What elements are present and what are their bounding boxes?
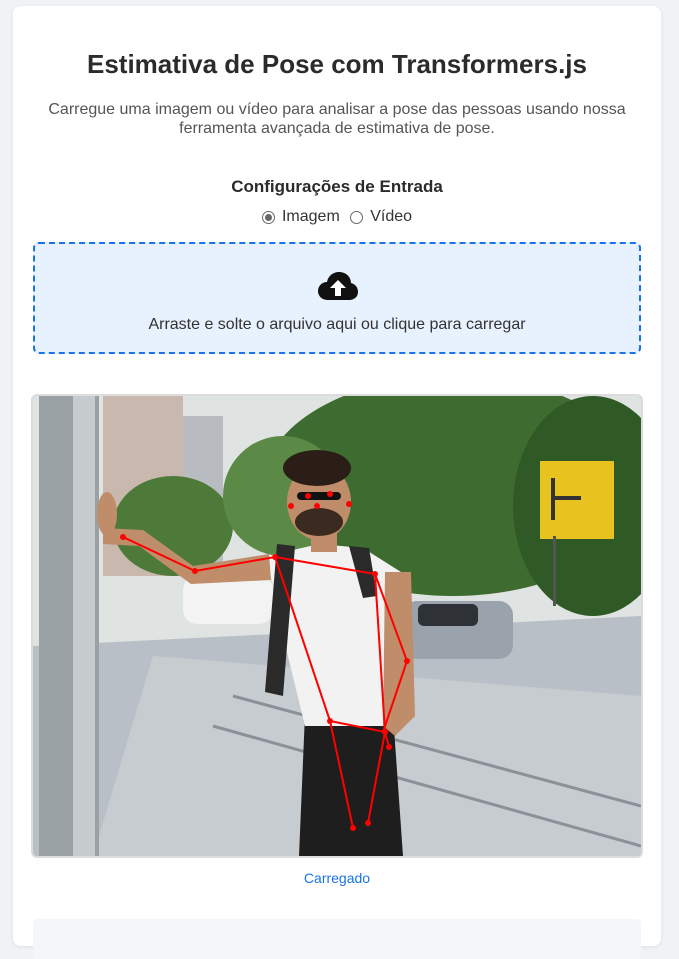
page-subtitle: Carregue uma imagem ou vídeo para analis… <box>48 101 626 137</box>
radio-image-label[interactable]: Imagem <box>282 208 340 226</box>
input-type-radio-group: Imagem Vídeo <box>13 208 661 229</box>
page-title: Estimativa de Pose com Transformers.js <box>87 49 587 79</box>
pose-preview-scene <box>33 396 641 856</box>
radio-image[interactable]: Imagem <box>261 208 340 226</box>
results-panel <box>33 919 641 959</box>
main-card: Estimativa de Pose com Transformers.js C… <box>13 6 661 959</box>
cloud-upload-icon <box>318 272 358 300</box>
status-text: Carregado <box>303 870 371 886</box>
dropzone-text: Arraste e solte o arquivo aqui ou clique… <box>148 316 526 333</box>
input-settings-title: Configurações de Entrada <box>231 177 443 196</box>
radio-video-indicator[interactable] <box>350 210 364 224</box>
radio-image-indicator[interactable] <box>261 210 275 224</box>
file-dropzone[interactable]: Arraste e solte o arquivo aqui ou clique… <box>33 242 641 354</box>
radio-video[interactable]: Vídeo <box>350 208 412 226</box>
radio-video-label[interactable]: Vídeo <box>370 208 412 226</box>
pose-preview-image <box>31 394 643 858</box>
